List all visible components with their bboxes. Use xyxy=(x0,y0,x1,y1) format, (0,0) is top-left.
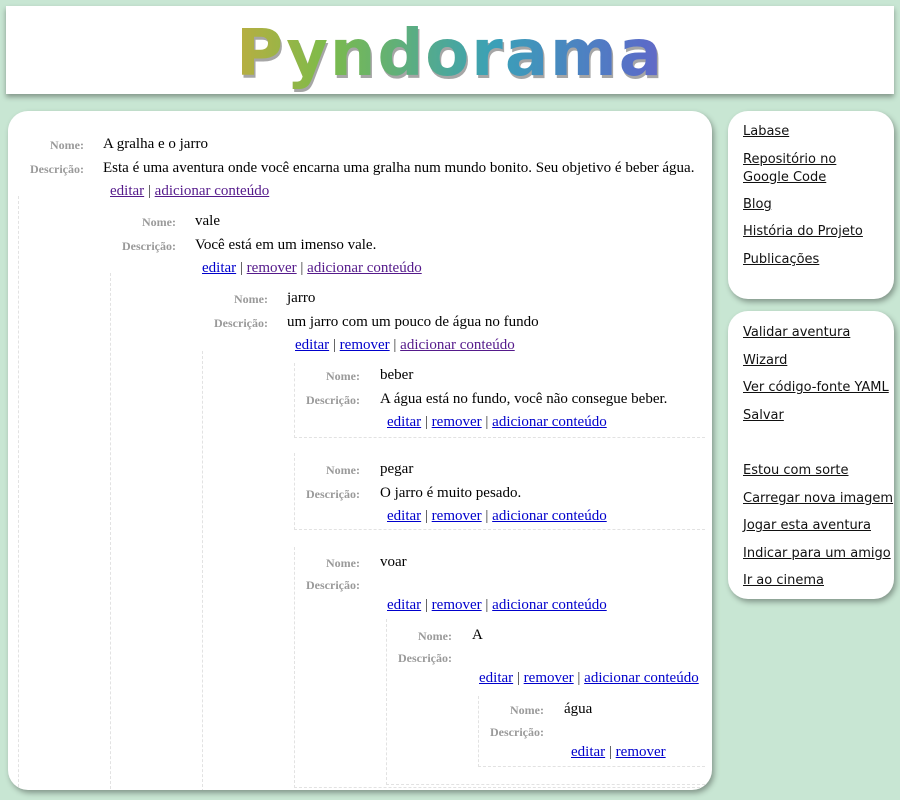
description-label: Descrição: xyxy=(214,316,268,330)
add-content-link[interactable]: adicionar conteúdo xyxy=(307,260,422,276)
separator: | xyxy=(485,597,489,613)
name-label: Nome: xyxy=(326,463,360,477)
description-label: Descrição: xyxy=(306,393,360,407)
remove-link[interactable]: remover xyxy=(432,508,482,524)
separator: | xyxy=(516,670,520,686)
node-actions: editar | remover | adicionar conteúdo xyxy=(295,337,515,354)
view-yaml-source-link[interactable]: Ver código-fonte YAML xyxy=(743,379,889,397)
separator: | xyxy=(485,414,489,430)
description-label: Descrição: xyxy=(490,725,544,739)
edit-link[interactable]: editar xyxy=(387,414,421,430)
name-label: Nome: xyxy=(510,703,544,717)
node-name: beber xyxy=(380,367,414,383)
add-content-link[interactable]: adicionar conteúdo xyxy=(492,597,607,613)
description-label: Descrição: xyxy=(306,487,360,501)
node-name: A gralha e o jarro xyxy=(103,136,208,152)
node-actions: editar | adicionar conteúdo xyxy=(110,183,269,200)
node-description: um jarro com um pouco de água no fundo xyxy=(287,314,539,330)
remove-link[interactable]: remover xyxy=(616,744,666,760)
name-label: Nome: xyxy=(50,138,84,152)
separator: | xyxy=(485,508,489,524)
add-content-link[interactable]: adicionar conteúdo xyxy=(492,508,607,524)
description-label: Descrição: xyxy=(122,239,176,253)
remove-link[interactable]: remover xyxy=(432,414,482,430)
node-name: água xyxy=(564,701,593,717)
recommend-friend-link[interactable]: Indicar para um amigo xyxy=(743,545,891,563)
remove-link[interactable]: remover xyxy=(340,337,390,353)
node-description: O jarro é muito pesado. xyxy=(380,485,522,501)
separator: | xyxy=(424,597,428,613)
separator: | xyxy=(332,337,336,353)
name-label: Nome: xyxy=(418,629,452,643)
sidebar-links-box: Labase Repositório no Google Code Blog H… xyxy=(728,111,894,299)
separator: | xyxy=(608,744,612,760)
wizard-link[interactable]: Wizard xyxy=(743,352,787,370)
load-image-link[interactable]: Carregar nova imagem xyxy=(743,490,893,508)
play-adventure-link[interactable]: Jogar esta aventura xyxy=(743,517,871,535)
name-label: Nome: xyxy=(326,369,360,383)
sidebar-link-historia[interactable]: História do Projeto xyxy=(743,223,863,241)
name-label: Nome: xyxy=(142,215,176,229)
header-banner: Pyndorama Pyndorama xyxy=(6,6,894,94)
remove-link[interactable]: remover xyxy=(524,670,574,686)
node-actions: editar | remover xyxy=(571,744,666,761)
remove-link[interactable]: remover xyxy=(432,597,482,613)
name-label: Nome: xyxy=(234,292,268,306)
node-name: voar xyxy=(380,554,407,570)
node-actions: editar | remover | adicionar conteúdo xyxy=(387,414,607,431)
node-name: vale xyxy=(195,213,220,229)
description-label: Descrição: xyxy=(306,578,360,592)
node-actions: editar | remover | adicionar conteúdo xyxy=(479,670,699,687)
save-link[interactable]: Salvar xyxy=(743,407,784,425)
edit-link[interactable]: editar xyxy=(295,337,329,353)
edit-link[interactable]: editar xyxy=(387,508,421,524)
separator: | xyxy=(239,260,243,276)
separator: | xyxy=(300,260,304,276)
separator: | xyxy=(147,183,151,199)
node-description: Esta é uma aventura onde você encarna um… xyxy=(103,160,695,176)
edit-link[interactable]: editar xyxy=(110,183,144,199)
node-actions: editar | remover | adicionar conteúdo xyxy=(202,260,422,277)
node-description: Você está em um imenso vale. xyxy=(195,237,377,253)
add-content-link[interactable]: adicionar conteúdo xyxy=(400,337,515,353)
description-label: Descrição: xyxy=(398,651,452,665)
edit-link[interactable]: editar xyxy=(479,670,513,686)
go-to-cinema-link[interactable]: Ir ao cinema xyxy=(743,572,824,590)
separator: | xyxy=(577,670,581,686)
remove-link[interactable]: remover xyxy=(247,260,297,276)
edit-link[interactable]: editar xyxy=(202,260,236,276)
add-content-link[interactable]: adicionar conteúdo xyxy=(492,414,607,430)
description-label: Descrição: xyxy=(30,162,84,176)
separator: | xyxy=(393,337,397,353)
node-actions: editar | remover | adicionar conteúdo xyxy=(387,508,607,525)
add-content-link[interactable]: adicionar conteúdo xyxy=(155,183,270,199)
node-name: pegar xyxy=(380,461,414,477)
add-content-link[interactable]: adicionar conteúdo xyxy=(584,670,699,686)
sidebar-link-google-code[interactable]: Repositório no Google Code xyxy=(743,151,883,187)
node-description: A água está no fundo, você não consegue … xyxy=(380,391,668,407)
node-actions: editar | remover | adicionar conteúdo xyxy=(387,597,607,614)
validate-adventure-link[interactable]: Validar aventura xyxy=(743,324,850,342)
name-label: Nome: xyxy=(326,556,360,570)
node-name: A xyxy=(472,627,483,643)
sidebar-link-blog[interactable]: Blog xyxy=(743,196,772,214)
feeling-lucky-link[interactable]: Estou com sorte xyxy=(743,462,848,480)
node-name: jarro xyxy=(287,290,316,306)
pyndorama-logo[interactable]: Pyndorama xyxy=(6,16,894,92)
separator: | xyxy=(424,414,428,430)
sidebar-link-publicacoes[interactable]: Publicações xyxy=(743,251,819,269)
adventure-editor-panel: Nome: A gralha e o jarro Descrição: Esta… xyxy=(8,111,712,790)
sidebar-link-labase[interactable]: Labase xyxy=(743,123,789,141)
edit-link[interactable]: editar xyxy=(387,597,421,613)
separator: | xyxy=(424,508,428,524)
sidebar-tools-box: Validar aventura Wizard Ver código-fonte… xyxy=(728,311,894,599)
edit-link[interactable]: editar xyxy=(571,744,605,760)
